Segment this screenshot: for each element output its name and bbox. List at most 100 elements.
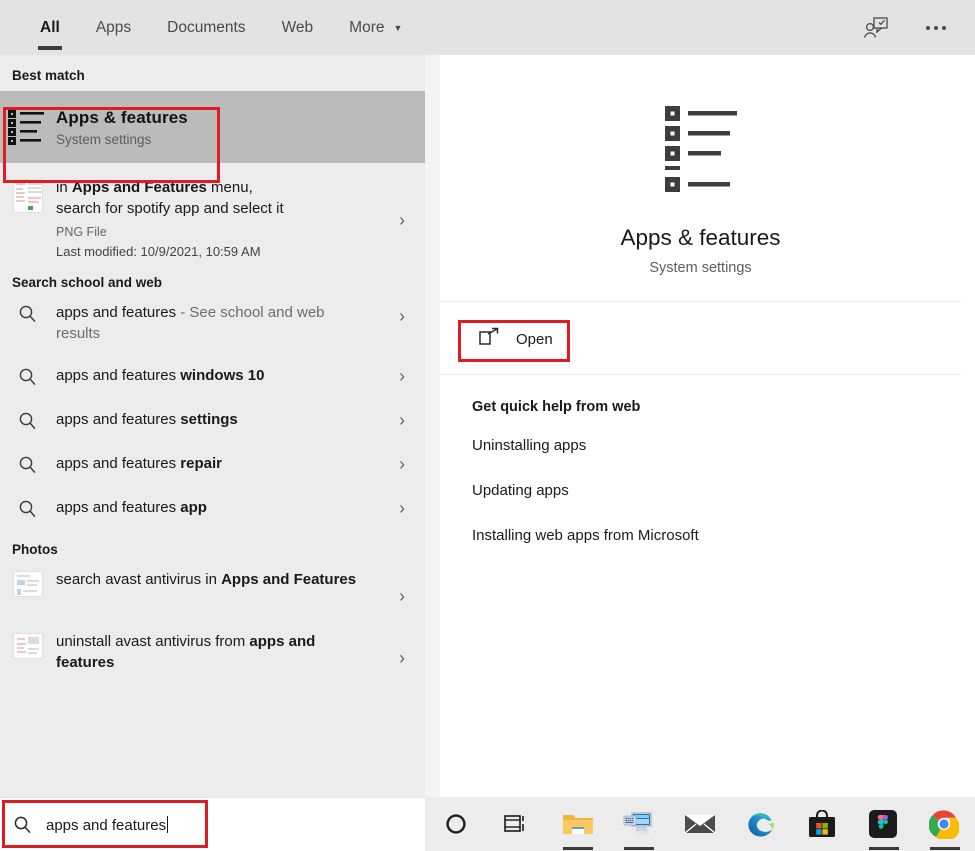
open-button[interactable]: Open bbox=[470, 320, 567, 358]
photo-thumbnail-image-0 bbox=[13, 571, 43, 597]
photo-result-plain-0: search avast antivirus in bbox=[56, 571, 222, 588]
pane-divider bbox=[425, 55, 440, 797]
tab-web-label: Web bbox=[281, 18, 314, 36]
feedback-person-icon[interactable] bbox=[859, 11, 893, 45]
preview-subtitle: System settings bbox=[649, 259, 752, 276]
best-match-title: Apps & features bbox=[56, 107, 188, 127]
app-hero: Apps & features System settings bbox=[440, 78, 961, 302]
web-results-header: Search school and web bbox=[12, 275, 163, 290]
search-results-window: All Apps Documents Web More ▼ Best match… bbox=[0, 0, 975, 851]
best-match-subtitle: System settings bbox=[56, 131, 152, 147]
chevron-right-icon[interactable]: › bbox=[379, 306, 425, 327]
taskbar-edge-icon[interactable] bbox=[731, 797, 792, 851]
chevron-right-icon[interactable]: › bbox=[379, 586, 425, 607]
best-match-row[interactable]: Apps & features System settings bbox=[0, 91, 425, 163]
topbar-actions bbox=[859, 0, 975, 55]
web-result-text-2: apps and features settings bbox=[56, 409, 379, 430]
chevron-down-icon: ▼ bbox=[393, 23, 403, 33]
search-icon bbox=[0, 302, 56, 324]
tab-documents-label: Documents bbox=[167, 18, 246, 36]
search-icon bbox=[0, 365, 56, 387]
search-icon bbox=[0, 409, 56, 431]
web-result-bold-3: repair bbox=[180, 455, 222, 473]
tab-apps[interactable]: Apps bbox=[78, 0, 149, 55]
taskbar-mail-icon[interactable] bbox=[669, 797, 730, 851]
chevron-right-icon[interactable]: › bbox=[379, 648, 425, 669]
help-link-installing-web-apps[interactable]: Installing web apps from Microsoft bbox=[472, 527, 961, 544]
help-link-updating-apps[interactable]: Updating apps bbox=[472, 482, 961, 499]
apps-list-icon bbox=[664, 104, 737, 197]
ellipsis-icon[interactable] bbox=[919, 11, 953, 45]
search-icon bbox=[0, 453, 56, 475]
open-external-icon bbox=[478, 327, 500, 352]
file-result-type: PNG File bbox=[56, 224, 107, 239]
web-result-plain-4: apps and features bbox=[56, 499, 181, 517]
taskbar bbox=[425, 797, 975, 851]
web-result-text-3: apps and features repair bbox=[56, 453, 379, 474]
help-link-uninstalling-apps[interactable]: Uninstalling apps bbox=[472, 437, 961, 454]
web-result-row-2[interactable]: apps and features settings › bbox=[0, 398, 425, 442]
text-cursor bbox=[167, 815, 169, 833]
taskbar-remote-desktop-icon[interactable] bbox=[608, 797, 669, 851]
search-input[interactable]: apps and features bbox=[0, 797, 425, 851]
search-input-value: apps and features bbox=[46, 816, 167, 834]
chevron-right-icon[interactable]: › bbox=[379, 454, 425, 475]
web-result-plain-2: apps and features bbox=[56, 411, 181, 429]
chevron-right-icon[interactable]: › bbox=[379, 366, 425, 387]
chevron-right-icon[interactable]: › bbox=[379, 498, 425, 519]
photo-result-text-0: search avast antivirus in Apps and Featu… bbox=[56, 569, 379, 590]
search-input-text-wrap: apps and features bbox=[46, 815, 169, 834]
filter-tab-bar: All Apps Documents Web More ▼ bbox=[0, 0, 975, 55]
web-result-text-0: apps and features - See school and web r… bbox=[56, 302, 379, 345]
tab-all[interactable]: All bbox=[22, 0, 78, 55]
web-result-plain-1: apps and features bbox=[56, 367, 181, 385]
open-button-label: Open bbox=[516, 330, 553, 348]
taskbar-cortana-icon[interactable] bbox=[425, 797, 486, 851]
tab-web[interactable]: Web bbox=[264, 0, 332, 55]
photos-header: Photos bbox=[12, 542, 58, 557]
web-result-plain-3: apps and features bbox=[56, 455, 181, 473]
tab-more-label: More bbox=[349, 18, 385, 36]
file-result-bold: Apps and Features bbox=[71, 179, 207, 196]
taskbar-figma-icon[interactable] bbox=[853, 797, 914, 851]
file-thumbnail-image bbox=[13, 179, 43, 213]
chevron-right-icon[interactable]: › bbox=[379, 410, 425, 431]
taskbar-task-view-icon[interactable] bbox=[486, 797, 547, 851]
filter-tabs: All Apps Documents Web More ▼ bbox=[0, 0, 420, 55]
file-result-row[interactable]: in Apps and Features menu, search for sp… bbox=[0, 163, 425, 267]
search-icon bbox=[0, 815, 46, 835]
file-result-prefix: in bbox=[56, 179, 72, 196]
taskbar-file-explorer-icon[interactable] bbox=[547, 797, 608, 851]
tab-apps-label: Apps bbox=[95, 18, 132, 36]
tab-all-label: All bbox=[40, 18, 60, 36]
photo-thumbnail bbox=[0, 569, 56, 597]
tab-more[interactable]: More ▼ bbox=[331, 0, 420, 55]
png-thumbnail bbox=[0, 177, 56, 213]
web-result-row-0[interactable]: apps and features - See school and web r… bbox=[0, 298, 425, 354]
taskbar-chrome-icon[interactable] bbox=[914, 797, 975, 851]
web-result-row-3[interactable]: apps and features repair › bbox=[0, 442, 425, 486]
file-result-title: in Apps and Features menu, search for sp… bbox=[56, 177, 371, 220]
photo-thumbnail-image-1 bbox=[13, 633, 43, 659]
tab-documents[interactable]: Documents bbox=[149, 0, 263, 55]
photo-result-plain-1: uninstall avast antivirus from bbox=[56, 633, 250, 650]
preview-pane: Apps & features System settings Open Get… bbox=[440, 78, 961, 797]
best-match-text: Apps & features System settings bbox=[56, 108, 188, 147]
web-result-bold-4: app bbox=[180, 499, 207, 517]
photo-result-row-0[interactable]: search avast antivirus in Apps and Featu… bbox=[0, 565, 425, 627]
best-match-header: Best match bbox=[12, 68, 85, 83]
file-result-suffix: menu, bbox=[206, 179, 253, 196]
photo-result-bold-0: Apps and Features bbox=[221, 571, 357, 588]
taskbar-microsoft-store-icon[interactable] bbox=[792, 797, 853, 851]
photo-result-text-1: uninstall avast antivirus from apps and … bbox=[56, 631, 379, 674]
file-result-line2: search for spotify app and select it bbox=[56, 200, 284, 218]
chevron-right-icon[interactable]: › bbox=[379, 210, 425, 231]
web-result-plain-0: apps and features bbox=[56, 304, 177, 321]
preview-actions: Open bbox=[440, 302, 961, 375]
web-result-text-1: apps and features windows 10 bbox=[56, 365, 379, 386]
web-result-text-4: apps and features app bbox=[56, 497, 379, 518]
web-result-row-4[interactable]: apps and features app › bbox=[0, 486, 425, 530]
web-result-bold-1: windows 10 bbox=[180, 367, 265, 385]
photo-result-row-1[interactable]: uninstall avast antivirus from apps and … bbox=[0, 627, 425, 689]
web-result-row-1[interactable]: apps and features windows 10 › bbox=[0, 354, 425, 398]
